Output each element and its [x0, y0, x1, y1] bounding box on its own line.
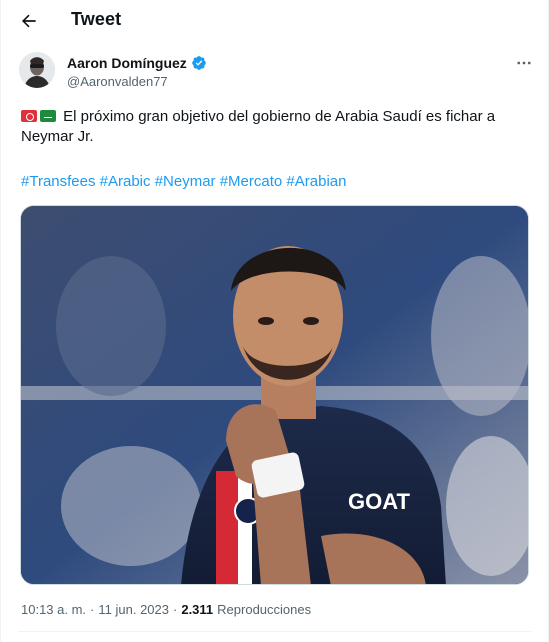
tweet-date[interactable]: 11 jun. 2023 — [98, 602, 169, 617]
tweet-image[interactable]: GOAT — [20, 205, 529, 585]
views-label: Reproducciones — [217, 602, 312, 617]
tweet-text-content: El próximo gran objetivo del gobierno de… — [21, 108, 496, 145]
page-title: Tweet — [71, 9, 122, 29]
tweet-page: Tweet Aaron Domínguez @Aaronvalden77 El … — [0, 0, 549, 642]
more-options-button[interactable] — [513, 52, 535, 74]
hashtag-link[interactable]: #Mercato — [220, 173, 283, 190]
views-count: 2.311 — [181, 602, 214, 617]
meta-separator: · — [173, 602, 178, 617]
page-header: Tweet — [1, 0, 548, 40]
author-name[interactable]: Aaron Domínguez — [67, 55, 187, 71]
hashtag-link[interactable]: #Neymar — [155, 173, 216, 190]
saudi-flag-emoji-icon — [40, 110, 56, 122]
hashtag-link[interactable]: #Transfees — [21, 173, 95, 190]
hashtag-link[interactable]: #Arabic — [100, 173, 151, 190]
jersey-text: GOAT — [348, 489, 410, 514]
hashtag-list: #Transfees #Arabic #Neymar #Mercato #Ara… — [21, 172, 346, 192]
tweet-meta: 10:13 a. m. · 11 jun. 2023 · 2.311 Repro… — [21, 602, 311, 617]
tweet-author: Aaron Domínguez @Aaronvalden77 — [19, 52, 539, 92]
tweet-time[interactable]: 10:13 a. m. — [21, 602, 86, 617]
hashtag-link[interactable]: #Arabian — [286, 173, 346, 190]
tweet-text: El próximo gran objetivo del gobierno de… — [21, 107, 531, 147]
meta-separator: · — [90, 602, 95, 617]
arrow-left-icon — [22, 14, 36, 28]
author-name-row: Aaron Domínguez — [67, 55, 207, 71]
avatar[interactable] — [19, 52, 55, 88]
author-handle[interactable]: @Aaronvalden77 — [67, 74, 168, 89]
more-horizontal-icon — [517, 61, 531, 65]
back-button[interactable] — [15, 7, 43, 35]
flag-emoji-icon — [21, 110, 37, 122]
divider — [18, 631, 531, 632]
verified-badge-icon — [191, 56, 206, 70]
